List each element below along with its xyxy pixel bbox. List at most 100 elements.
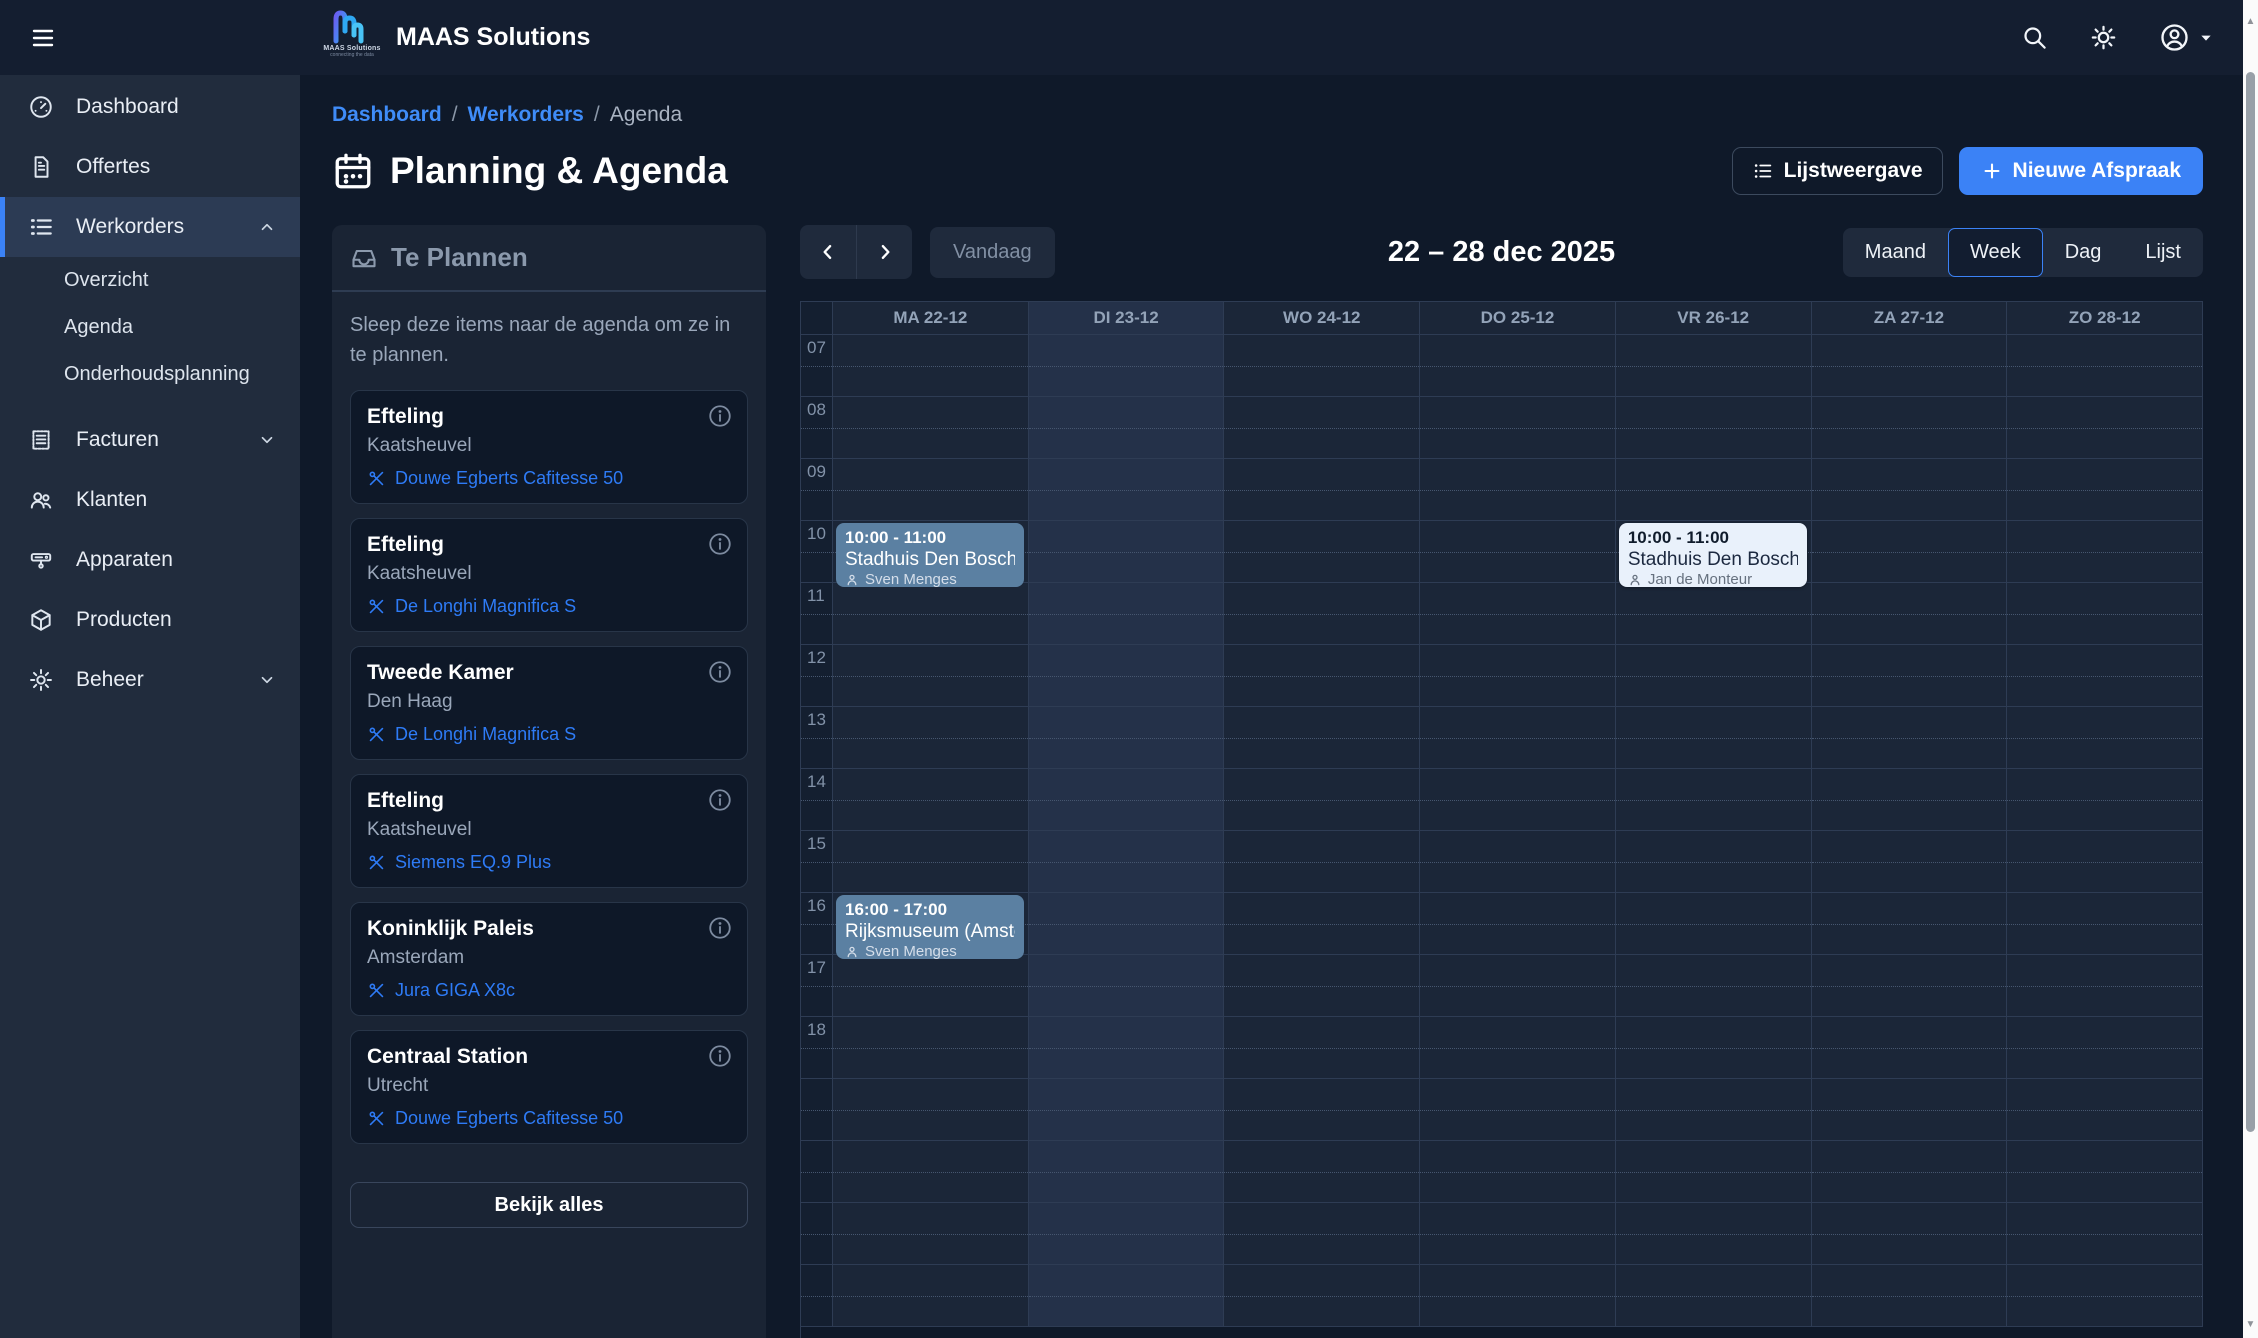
calendar-slot[interactable]	[1616, 707, 1812, 769]
prev-week-button[interactable]	[800, 225, 856, 279]
calendar-slot[interactable]	[1224, 459, 1420, 521]
day-header-zo-28-12[interactable]: ZO 28-12	[2007, 302, 2203, 335]
calendar-slot[interactable]	[2007, 1203, 2203, 1265]
calendar-slot[interactable]	[1616, 583, 1812, 645]
view-button-dag[interactable]: Dag	[2043, 228, 2124, 277]
today-button[interactable]: Vandaag	[930, 227, 1055, 278]
calendar-slot[interactable]	[1029, 521, 1225, 583]
calendar-slot[interactable]	[833, 1203, 1029, 1265]
calendar-slot[interactable]	[1224, 893, 1420, 955]
day-header-ma-22-12[interactable]: MA 22-12	[833, 302, 1029, 335]
new-appointment-button[interactable]: Nieuwe Afspraak	[1959, 147, 2203, 195]
calendar-slot[interactable]	[833, 955, 1029, 1017]
calendar-slot[interactable]	[833, 1017, 1029, 1079]
calendar-slot[interactable]	[1420, 459, 1616, 521]
calendar-slot[interactable]	[1420, 707, 1616, 769]
day-header-di-23-12[interactable]: DI 23-12	[1029, 302, 1225, 335]
calendar-slot[interactable]	[2007, 707, 2203, 769]
calendar-slot[interactable]	[1224, 707, 1420, 769]
calendar-slot[interactable]	[1812, 583, 2008, 645]
calendar-slot[interactable]	[1420, 645, 1616, 707]
calendar-slot[interactable]	[2007, 1265, 2203, 1327]
calendar-slot[interactable]	[1812, 1017, 2008, 1079]
day-header-vr-26-12[interactable]: VR 26-12	[1616, 302, 1812, 335]
calendar-slot[interactable]	[1029, 1203, 1225, 1265]
calendar-slot[interactable]	[1812, 459, 2008, 521]
day-header-wo-24-12[interactable]: WO 24-12	[1224, 302, 1420, 335]
breadcrumb-link-werkorders[interactable]: Werkorders	[468, 103, 584, 127]
calendar-slot[interactable]	[2007, 583, 2203, 645]
calendar-slot[interactable]	[1812, 769, 2008, 831]
info-icon[interactable]	[707, 915, 733, 941]
calendar-slot[interactable]	[1224, 955, 1420, 1017]
calendar-slot[interactable]	[1029, 459, 1225, 521]
calendar-slot[interactable]	[1029, 707, 1225, 769]
calendar-slot[interactable]	[833, 831, 1029, 893]
calendar-slot[interactable]	[1224, 769, 1420, 831]
calendar-slot[interactable]	[2007, 769, 2203, 831]
calendar-slot[interactable]	[1812, 521, 2008, 583]
calendar-slot[interactable]	[1616, 645, 1812, 707]
unplanned-card[interactable]: EftelingKaatsheuvelDe Longhi Magnifica S	[350, 518, 748, 632]
calendar-slot[interactable]	[2007, 521, 2203, 583]
calendar-slot[interactable]	[1812, 1265, 2008, 1327]
calendar-slot[interactable]	[1029, 645, 1225, 707]
calendar-slot[interactable]	[1616, 1265, 1812, 1327]
calendar-slot[interactable]	[833, 459, 1029, 521]
calendar-slot[interactable]	[1812, 1203, 2008, 1265]
calendar-slot[interactable]	[1616, 769, 1812, 831]
sidebar-item-beheer[interactable]: Beheer	[0, 650, 300, 710]
calendar-slot[interactable]	[1616, 1017, 1812, 1079]
scrollbar-down-arrow[interactable]: ▼	[2243, 1317, 2258, 1332]
calendar-slot[interactable]	[1812, 397, 2008, 459]
app-logo[interactable]: MAAS Solutions connecting the data MAAS …	[324, 9, 590, 67]
calendar-slot[interactable]	[2007, 893, 2203, 955]
calendar-slot[interactable]	[833, 1141, 1029, 1203]
scrollbar-thumb[interactable]	[2246, 72, 2255, 1132]
calendar-slot[interactable]	[1812, 955, 2008, 1017]
calendar-slot[interactable]	[833, 583, 1029, 645]
calendar-slot[interactable]	[2007, 1141, 2203, 1203]
sidebar-item-producten[interactable]: Producten	[0, 590, 300, 650]
calendar-event[interactable]: 10:00 - 11:00Stadhuis Den Bosch (...Jan …	[1619, 523, 1807, 587]
calendar-slot[interactable]	[1224, 583, 1420, 645]
calendar-slot[interactable]	[1420, 335, 1616, 397]
page-scrollbar[interactable]: ▲ ▼	[2243, 0, 2258, 1338]
calendar-slot[interactable]	[1224, 1265, 1420, 1327]
card-device-link[interactable]: Douwe Egberts Cafitesse 50	[367, 1108, 731, 1129]
calendar-slot[interactable]	[2007, 831, 2203, 893]
calendar-slot[interactable]	[1420, 583, 1616, 645]
calendar-slot[interactable]	[1812, 893, 2008, 955]
scrollbar-up-arrow[interactable]: ▲	[2243, 14, 2258, 29]
sidebar-subitem-onderhoudsplanning[interactable]: Onderhoudsplanning	[0, 351, 300, 398]
calendar-slot[interactable]	[1029, 955, 1225, 1017]
calendar-slot[interactable]	[833, 707, 1029, 769]
info-icon[interactable]	[707, 659, 733, 685]
calendar-slot[interactable]	[1812, 335, 2008, 397]
calendar-slot[interactable]	[1812, 645, 2008, 707]
list-view-button[interactable]: Lijstweergave	[1732, 147, 1943, 195]
calendar-slot[interactable]	[1616, 831, 1812, 893]
view-button-lijst[interactable]: Lijst	[2123, 228, 2203, 277]
calendar-slot[interactable]	[1420, 955, 1616, 1017]
calendar-slot[interactable]	[833, 1265, 1029, 1327]
day-header-za-27-12[interactable]: ZA 27-12	[1812, 302, 2008, 335]
calendar-slot[interactable]	[1420, 1265, 1616, 1327]
info-icon[interactable]	[707, 787, 733, 813]
calendar-slot[interactable]	[1029, 769, 1225, 831]
calendar-slot[interactable]	[1616, 1141, 1812, 1203]
unplanned-card[interactable]: Koninklijk PaleisAmsterdamJura GIGA X8c	[350, 902, 748, 1016]
sidebar-subitem-overzicht[interactable]: Overzicht	[0, 257, 300, 304]
calendar-slot[interactable]	[1224, 831, 1420, 893]
calendar-slot[interactable]	[2007, 1079, 2203, 1141]
user-menu[interactable]	[2159, 22, 2214, 53]
calendar-slot[interactable]	[1616, 459, 1812, 521]
sidebar-item-werkorders[interactable]: Werkorders	[0, 197, 300, 257]
card-device-link[interactable]: De Longhi Magnifica S	[367, 724, 731, 745]
calendar-slot[interactable]	[1420, 1203, 1616, 1265]
calendar-slot[interactable]	[1420, 831, 1616, 893]
calendar-slot[interactable]	[1224, 1017, 1420, 1079]
calendar-slot[interactable]	[833, 1079, 1029, 1141]
calendar-slot[interactable]	[1420, 1141, 1616, 1203]
calendar-slot[interactable]	[1420, 1079, 1616, 1141]
